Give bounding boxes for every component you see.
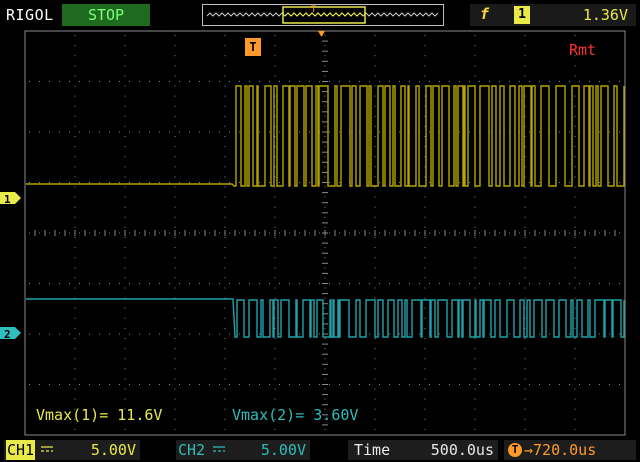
ch1-vmax-measurement: Vmax(1)= 11.6V	[36, 406, 163, 424]
ch2-vmax-measurement: Vmax(2)= 3.60V	[232, 406, 359, 424]
ch2-settings[interactable]: CH2 5.00V	[176, 440, 310, 460]
timebase-settings[interactable]: Time 500.0us	[348, 440, 498, 460]
svg-text:2: 2	[4, 328, 11, 341]
ch2-ground-marker: 2	[0, 327, 21, 341]
remote-status-indicator: Rmt	[569, 41, 597, 59]
dc-coupling-icon	[212, 440, 226, 460]
ch1-settings[interactable]: CH1 5.00V	[4, 440, 140, 460]
ch2-scale: 5.00V	[260, 441, 306, 459]
trigger-offset-settings[interactable]: T →720.0us	[504, 440, 636, 460]
time-label: Time	[354, 441, 391, 459]
trigger-offset-value: →720.0us	[524, 441, 597, 459]
dc-coupling-icon	[40, 440, 54, 460]
ch1-label: CH1	[6, 440, 36, 460]
horizontal-trigger-marker	[318, 31, 325, 37]
svg-text:1: 1	[4, 193, 11, 206]
ch2-label: CH2	[178, 441, 206, 459]
trigger-position-marker: T	[245, 38, 261, 56]
trigger-offset-icon: T	[508, 443, 522, 457]
bottom-status-bar: CH1 5.00V CH2 5.00V Time 500.0us T →720.…	[0, 438, 640, 462]
scope-display: 1 2	[0, 30, 626, 436]
time-value: 500.0us	[430, 441, 494, 459]
ch1-ground-marker: 1	[0, 192, 21, 206]
ch1-scale: 5.00V	[90, 441, 136, 459]
